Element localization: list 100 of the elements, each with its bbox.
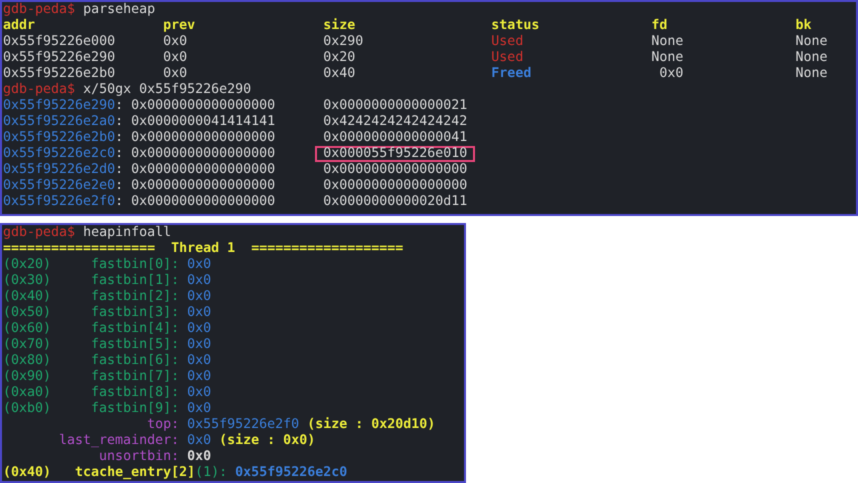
table-cell-text: 0x0 — [163, 50, 188, 66]
memory-address: 0x55f95226e2e0 — [3, 178, 116, 194]
bin-value: 0x0 — [187, 257, 212, 273]
fastbin-label: fastbin[9]: — [91, 401, 180, 417]
command-text: heapinfoall — [83, 225, 172, 241]
hex-value: 0x0000000000000000 — [323, 178, 468, 194]
fastbin-label: fastbin[2]: — [91, 289, 180, 305]
bin-value: 0x0 — [187, 289, 212, 305]
address-colon: : — [115, 162, 124, 178]
column-header: status — [491, 18, 540, 34]
bin-size: (0x20) — [3, 257, 52, 273]
hex-value: 0x0000000000000021 — [323, 98, 468, 114]
bin-value: 0x0 — [187, 337, 212, 353]
address-colon: : — [115, 114, 124, 130]
table-cell-text: 0x55f95226e2b0 — [3, 66, 116, 82]
address-colon: : — [115, 130, 124, 146]
bin-size: (0xa0) — [3, 385, 52, 401]
arena-label: unsortbin: — [98, 449, 180, 465]
bin-value: 0x0 — [187, 401, 212, 417]
memory-address: 0x55f95226e2b0 — [3, 130, 116, 146]
highlighted-hex-value: 0x000055f95226e010 — [315, 146, 476, 162]
thread-title: Thread 1 — [171, 241, 236, 257]
command-text: x/50gx 0x55f95226e290 — [83, 82, 252, 98]
table-cell-text: 0x55f95226e000 — [3, 34, 116, 50]
bin-value: 0x0 — [187, 385, 212, 401]
hex-value: 0x0000000000000000 — [131, 130, 276, 146]
hex-value: 0x0000000000000000 — [131, 194, 276, 210]
fastbin-label: fastbin[3]: — [91, 305, 180, 321]
bin-value: 0x0 — [187, 369, 212, 385]
memory-address: 0x55f95226e290 — [3, 98, 116, 114]
hex-value: 0x4242424242424242 — [323, 114, 468, 130]
table-cell: None — [795, 66, 828, 82]
arena-value: 0x55f95226e2f0 — [187, 417, 300, 433]
fastbin-label: fastbin[6]: — [91, 353, 180, 369]
address-colon: : — [115, 178, 124, 194]
fastbin-label: fastbin[0]: — [91, 257, 180, 273]
table-cell-text: 0x55f95226e290 — [3, 50, 116, 66]
table-cell: None — [651, 34, 684, 50]
arena-label: last_remainder: — [58, 433, 180, 449]
hex-value: 0x0000000000000000 — [323, 162, 468, 178]
bin-value: 0x0 — [187, 321, 212, 337]
bin-size: (0x40) — [3, 289, 52, 305]
status-cell-text: Used — [491, 50, 524, 66]
column-header: prev — [163, 18, 196, 34]
table-cell: None — [795, 34, 828, 50]
tcache-value: 0x55f95226e2c0 — [235, 465, 348, 481]
arena-value: 0x0 — [187, 433, 212, 449]
address-colon: : — [115, 146, 124, 162]
table-cell: None — [795, 50, 828, 66]
hex-value: 0x0000000041414141 — [131, 114, 276, 130]
bin-value: 0x0 — [187, 305, 212, 321]
memory-address: 0x55f95226e2c0 — [3, 146, 116, 162]
column-header: fd — [651, 18, 668, 34]
hex-value: 0x0000000000000000 — [131, 98, 276, 114]
hex-value: 0x0000000000000000 — [131, 178, 276, 194]
address-colon: : — [115, 98, 124, 114]
tcache-count: (1): — [195, 465, 228, 481]
bin-size: (0x50) — [3, 305, 52, 321]
arena-value: 0x0 — [187, 449, 212, 465]
hex-value: 0x0000000000000000 — [131, 162, 276, 178]
bin-size: (0x80) — [3, 353, 52, 369]
fastbin-label: fastbin[1]: — [91, 273, 180, 289]
command-text: parseheap — [83, 2, 156, 18]
size-note: (size : 0x20d10) — [307, 417, 436, 433]
memory-address: 0x55f95226e2f0 — [3, 194, 116, 210]
table-cell-text: 0x290 — [323, 34, 364, 50]
table-cell-text: 0x40 — [323, 66, 356, 82]
arena-label: top: — [146, 417, 180, 433]
shell-prompt: gdb-peda$ — [3, 82, 76, 98]
bin-value: 0x0 — [187, 353, 212, 369]
table-cell-text: 0x0 — [163, 34, 188, 50]
shell-prompt: gdb-peda$ — [3, 225, 76, 241]
column-header: size — [323, 18, 356, 34]
fastbin-label: fastbin[5]: — [91, 337, 180, 353]
memory-address: 0x55f95226e2d0 — [3, 162, 116, 178]
bin-value: 0x0 — [187, 273, 212, 289]
separator-text: =================== — [3, 241, 156, 257]
fastbin-label: fastbin[4]: — [91, 321, 180, 337]
bin-size: (0x90) — [3, 369, 52, 385]
bin-size: (0x40) — [3, 465, 52, 481]
fastbin-label: fastbin[7]: — [91, 369, 180, 385]
status-cell-text: Used — [491, 34, 524, 50]
bin-size: (0xb0) — [3, 401, 52, 417]
bin-size: (0x70) — [3, 337, 52, 353]
separator-text: =================== — [251, 241, 404, 257]
tcache-label: tcache_entry[2] — [75, 465, 196, 481]
table-cell-text: 0x20 — [323, 50, 356, 66]
table-cell-text: 0x0 — [163, 66, 188, 82]
status-cell-text: Freed — [491, 66, 532, 82]
bin-size: (0x60) — [3, 321, 52, 337]
size-note: (size : 0x0) — [219, 433, 316, 449]
address-colon: : — [115, 194, 124, 210]
fastbin-label: fastbin[8]: — [91, 385, 180, 401]
hex-value: 0x0000000000000041 — [323, 130, 468, 146]
table-cell-text: 0x0 — [658, 66, 684, 82]
hex-value: 0x0000000000000000 — [131, 146, 276, 162]
column-header: bk — [795, 18, 812, 34]
table-cell: None — [651, 50, 684, 66]
shell-prompt: gdb-peda$ — [3, 2, 76, 18]
hex-value: 0x0000000000020d11 — [323, 194, 468, 210]
